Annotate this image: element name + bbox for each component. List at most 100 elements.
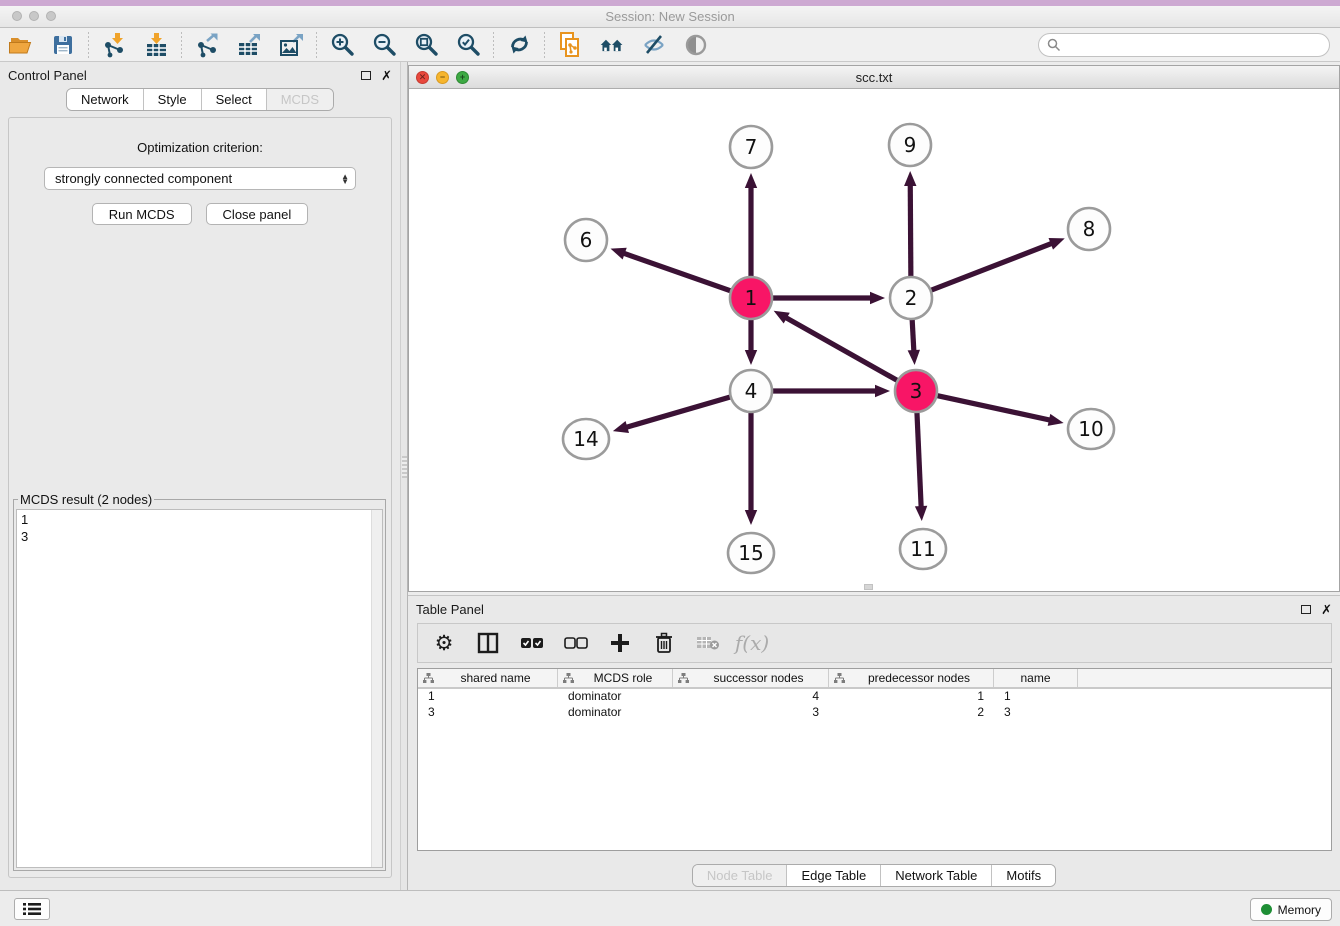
select-all-columns-button[interactable] xyxy=(520,631,544,655)
edge-arrow-icon xyxy=(1049,238,1065,250)
run-mcds-button[interactable]: Run MCDS xyxy=(92,203,192,225)
tab-select[interactable]: Select xyxy=(202,89,267,110)
task-history-button[interactable] xyxy=(14,898,50,920)
zoom-out-button[interactable] xyxy=(371,32,397,58)
edge-4-14[interactable] xyxy=(624,396,732,428)
edge-2-3[interactable] xyxy=(912,317,914,353)
search-input[interactable] xyxy=(1061,38,1329,52)
import-table-icon xyxy=(143,32,169,58)
column-sort-icon[interactable] xyxy=(423,673,434,683)
hide-selected-button[interactable] xyxy=(641,32,667,58)
edge-1-6[interactable] xyxy=(622,253,733,292)
table-cell[interactable]: 3 xyxy=(994,705,1078,721)
columns-icon xyxy=(477,632,499,654)
control-panel: Control Panel ✗ NetworkStyleSelectMCDS O… xyxy=(0,62,400,890)
column-header-shared-name[interactable]: shared name xyxy=(418,669,558,687)
tab-mcds[interactable]: MCDS xyxy=(267,89,333,110)
import-network-button[interactable] xyxy=(101,32,127,58)
show-all-button[interactable] xyxy=(683,32,709,58)
table-settings-button[interactable]: ⚙ xyxy=(432,631,456,655)
result-scrollbar[interactable] xyxy=(371,510,382,867)
import-table-button[interactable] xyxy=(143,32,169,58)
export-image-button[interactable] xyxy=(278,32,304,58)
splitter-grip-icon[interactable] xyxy=(402,456,407,478)
table-row[interactable]: 3dominator323 xyxy=(418,705,1331,721)
table-cell[interactable]: 1 xyxy=(418,689,558,705)
node-label: 11 xyxy=(910,537,935,561)
network-canvas[interactable]: 7968124314101511 xyxy=(409,89,1339,591)
column-header-mcds-role[interactable]: MCDS role xyxy=(558,669,673,687)
save-session-button[interactable] xyxy=(50,32,76,58)
edge-3-1[interactable] xyxy=(784,317,899,382)
export-table-button[interactable] xyxy=(236,32,262,58)
network-graph[interactable]: 7968124314101511 xyxy=(409,89,1339,591)
window-titlebar: Session: New Session xyxy=(0,0,1340,28)
float-panel-icon[interactable] xyxy=(361,71,371,80)
node-label: 2 xyxy=(905,286,918,310)
export-network-button[interactable] xyxy=(194,32,220,58)
node-label: 14 xyxy=(573,427,598,451)
edge-2-8[interactable] xyxy=(929,243,1054,291)
optimization-criterion-select[interactable]: strongly connected component ▲▼ xyxy=(44,167,356,190)
table-cell[interactable]: 4 xyxy=(673,689,829,705)
close-panel-button[interactable]: Close panel xyxy=(206,203,309,225)
table-cell[interactable]: 3 xyxy=(418,705,558,721)
edge-arrow-icon xyxy=(1048,414,1064,426)
panel-splitter[interactable] xyxy=(400,62,408,890)
mcds-result-list[interactable]: 13 xyxy=(16,509,383,868)
tab-network-table[interactable]: Network Table xyxy=(881,865,992,886)
edge-3-10[interactable] xyxy=(935,395,1052,420)
close-table-panel-icon[interactable]: ✗ xyxy=(1321,603,1332,616)
column-label: predecessor nodes xyxy=(845,671,993,685)
memory-button[interactable]: Memory xyxy=(1250,898,1332,921)
function-builder-button[interactable]: f(x) xyxy=(740,631,764,655)
new-network-from-selection-button[interactable] xyxy=(557,32,583,58)
close-panel-icon[interactable]: ✗ xyxy=(381,69,392,82)
edge-2-9[interactable] xyxy=(910,183,911,279)
table-cell[interactable]: dominator xyxy=(558,689,673,705)
table-cell[interactable]: 2 xyxy=(829,705,994,721)
zoom-in-button[interactable] xyxy=(329,32,355,58)
zoom-out-icon xyxy=(372,32,397,57)
table-cell[interactable]: 1 xyxy=(829,689,994,705)
column-sort-icon[interactable] xyxy=(563,673,574,683)
zoom-fit-button[interactable] xyxy=(413,32,439,58)
add-column-button[interactable] xyxy=(608,631,632,655)
edge-arrow-icon xyxy=(745,173,757,188)
column-header-name[interactable]: name xyxy=(994,669,1078,687)
network-window-titlebar[interactable]: ✕ − + scc.txt xyxy=(409,66,1339,89)
deselect-all-columns-button[interactable] xyxy=(564,631,588,655)
column-header-successor-nodes[interactable]: successor nodes xyxy=(673,669,829,687)
table-cell[interactable]: dominator xyxy=(558,705,673,721)
apply-layout-button[interactable] xyxy=(506,32,532,58)
tab-style[interactable]: Style xyxy=(144,89,202,110)
first-neighbors-button[interactable] xyxy=(599,32,625,58)
delete-table-button[interactable] xyxy=(696,631,720,655)
tab-node-table[interactable]: Node Table xyxy=(693,865,788,886)
tab-network[interactable]: Network xyxy=(67,89,144,110)
tab-motifs[interactable]: Motifs xyxy=(992,865,1055,886)
zoom-selected-button[interactable] xyxy=(455,32,481,58)
save-icon xyxy=(51,33,75,57)
search-field[interactable] xyxy=(1038,33,1330,57)
table-panel-title: Table Panel xyxy=(416,602,1301,617)
toolbar-separator xyxy=(544,32,545,58)
edge-arrow-icon xyxy=(870,292,885,304)
float-table-panel-icon[interactable] xyxy=(1301,605,1311,614)
delete-column-button[interactable] xyxy=(652,631,676,655)
edge-3-11[interactable] xyxy=(917,410,921,509)
open-session-button[interactable] xyxy=(8,32,34,58)
node-table[interactable]: shared nameMCDS rolesuccessor nodes prede… xyxy=(417,668,1332,851)
optimization-criterion-label: Optimization criterion: xyxy=(9,140,391,155)
column-sort-icon[interactable] xyxy=(834,673,845,683)
tab-edge-table[interactable]: Edge Table xyxy=(787,865,881,886)
column-sort-icon[interactable] xyxy=(678,673,689,683)
table-row[interactable]: 1dominator411 xyxy=(418,689,1331,705)
hide-selected-icon xyxy=(641,32,667,58)
table-cell[interactable]: 3 xyxy=(673,705,829,721)
show-column-button[interactable] xyxy=(476,631,500,655)
table-cell[interactable]: 1 xyxy=(994,689,1078,705)
search-icon xyxy=(1047,38,1061,52)
canvas-scroll-grip[interactable] xyxy=(864,584,873,590)
column-header-predecessor-nodes[interactable]: predecessor nodes xyxy=(829,669,994,687)
